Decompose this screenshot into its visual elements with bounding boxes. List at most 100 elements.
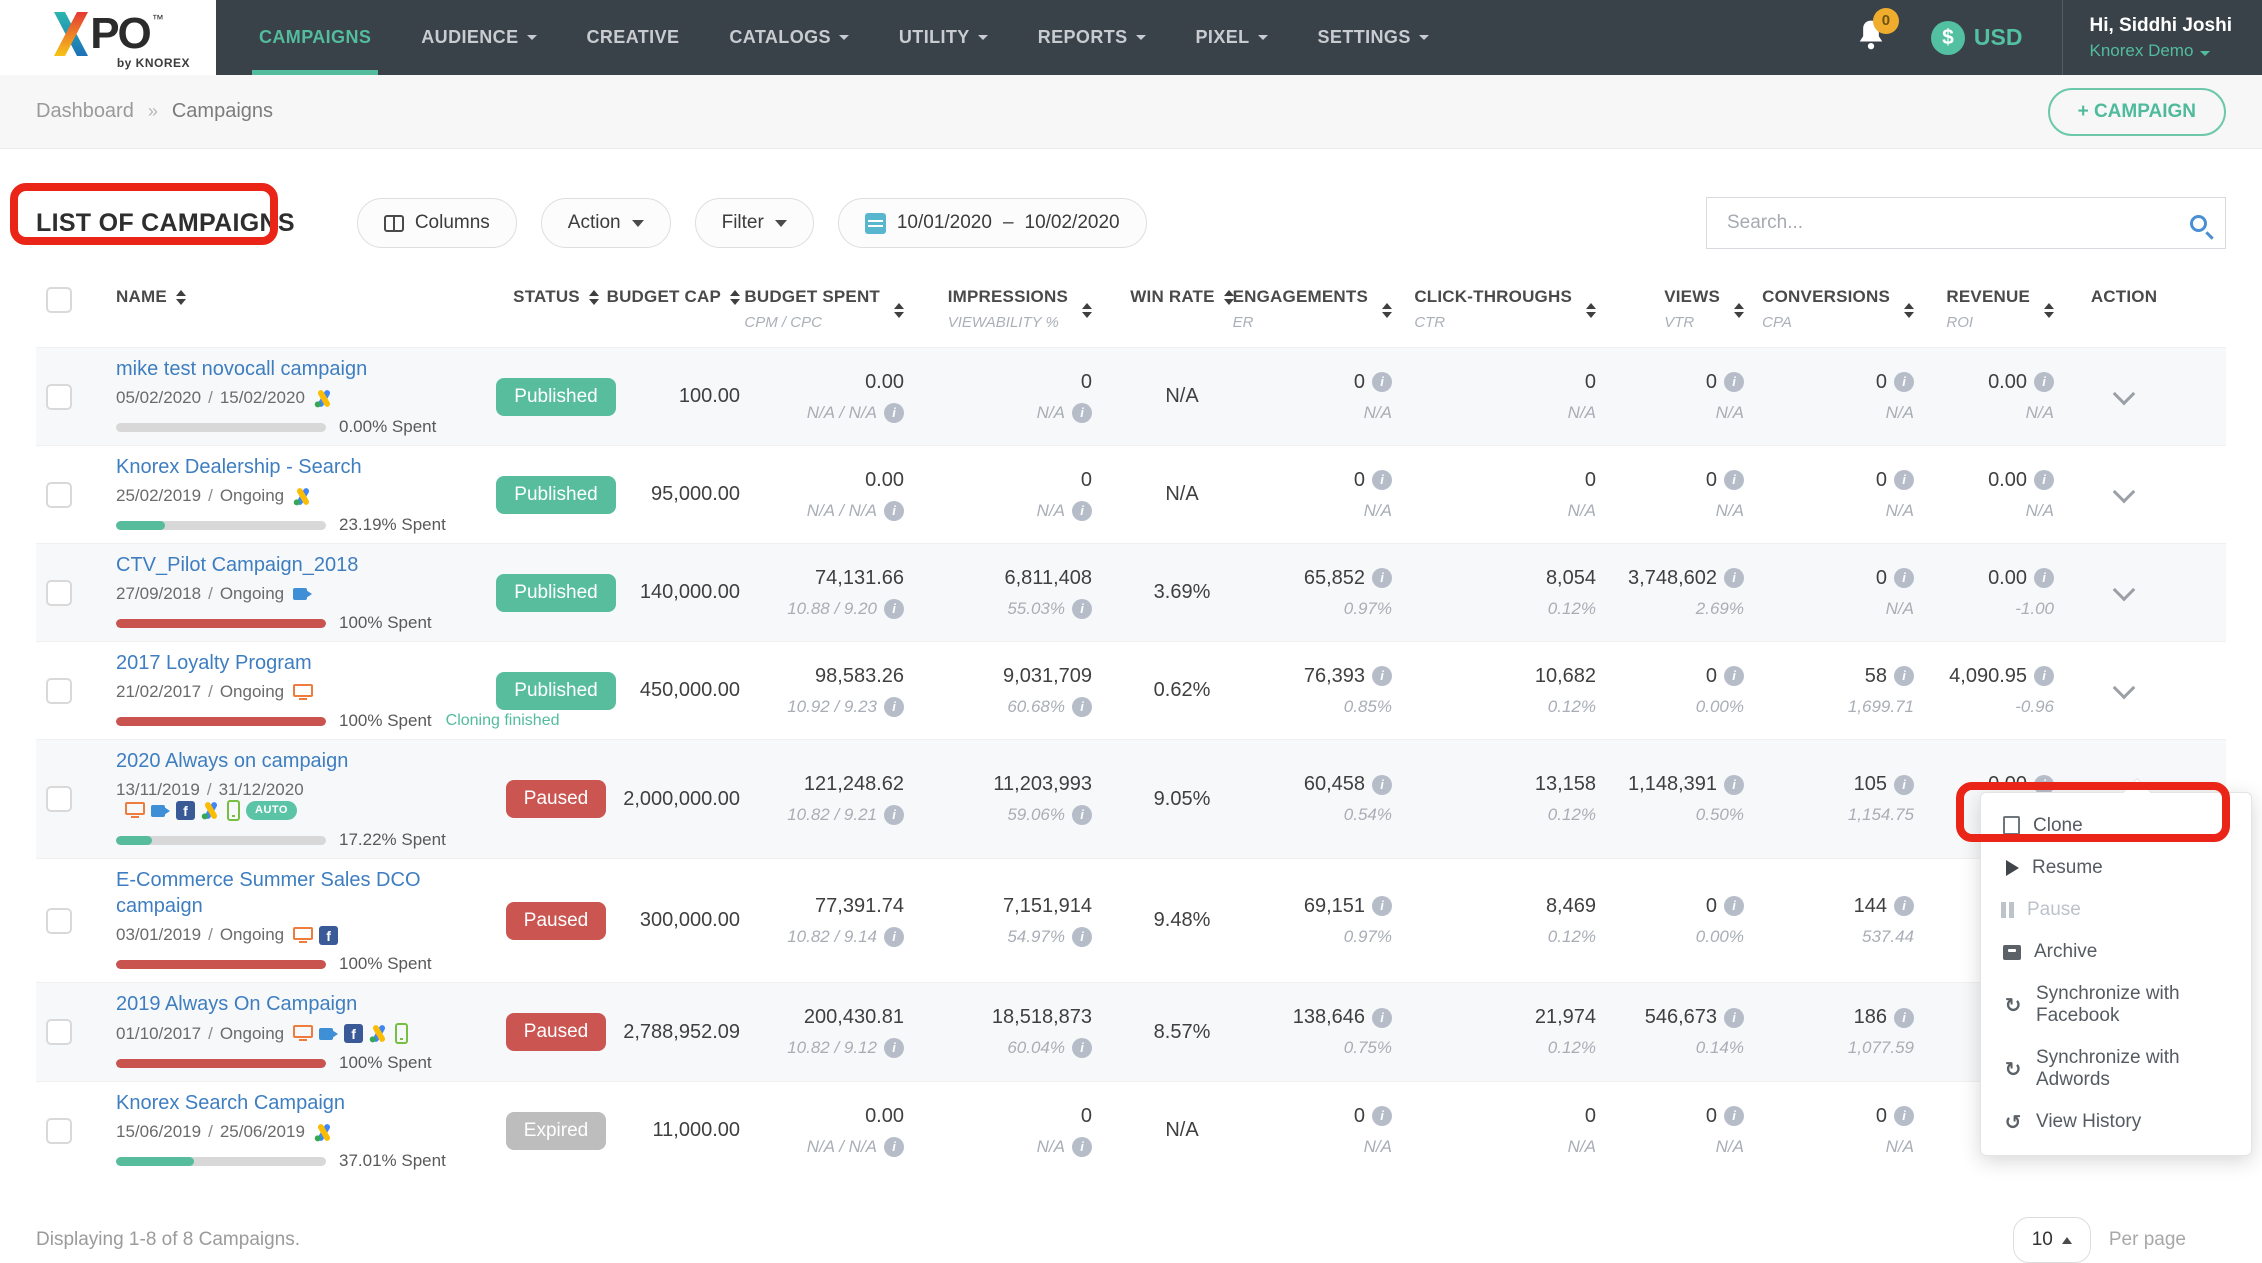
info-icon[interactable] bbox=[884, 403, 904, 423]
row-checkbox[interactable] bbox=[46, 908, 72, 934]
notifications-button[interactable]: 0 bbox=[1855, 18, 1887, 57]
info-icon[interactable] bbox=[1894, 1008, 1914, 1028]
info-icon[interactable] bbox=[1894, 896, 1914, 916]
nav-item-catalogs[interactable]: CATALOGS bbox=[704, 0, 874, 75]
info-icon[interactable] bbox=[1072, 403, 1092, 423]
header-click-throughs[interactable]: CLICK-THROUGHSCTR bbox=[1414, 287, 1596, 331]
user-menu[interactable]: Hi, Siddhi Joshi Knorex Demo bbox=[2063, 15, 2262, 61]
info-icon[interactable] bbox=[2034, 470, 2054, 490]
info-icon[interactable] bbox=[884, 1038, 904, 1058]
info-icon[interactable] bbox=[1372, 775, 1392, 795]
info-icon[interactable] bbox=[884, 805, 904, 825]
campaign-name-link[interactable]: 2019 Always On Campaign bbox=[116, 991, 357, 1017]
info-icon[interactable] bbox=[2034, 568, 2054, 588]
header-name[interactable]: NAME bbox=[116, 287, 186, 307]
row-checkbox[interactable] bbox=[46, 384, 72, 410]
new-campaign-button[interactable]: + CAMPAIGN bbox=[2048, 88, 2226, 136]
info-icon[interactable] bbox=[1724, 568, 1744, 588]
info-icon[interactable] bbox=[1724, 775, 1744, 795]
row-checkbox[interactable] bbox=[46, 678, 72, 704]
campaign-name-link[interactable]: Knorex Dealership - Search bbox=[116, 454, 362, 480]
row-checkbox[interactable] bbox=[46, 580, 72, 606]
menu-item-pause[interactable]: Pause bbox=[1981, 889, 2251, 931]
header-views[interactable]: VIEWSVTR bbox=[1664, 287, 1744, 331]
nav-item-pixel[interactable]: PIXEL bbox=[1171, 0, 1293, 75]
menu-item-sync-facebook[interactable]: Synchronize with Facebook bbox=[1981, 973, 2251, 1037]
action-button[interactable]: Action bbox=[541, 198, 671, 248]
info-icon[interactable] bbox=[884, 927, 904, 947]
info-icon[interactable] bbox=[1894, 775, 1914, 795]
info-icon[interactable] bbox=[1724, 372, 1744, 392]
row-checkbox[interactable] bbox=[46, 786, 72, 812]
header-win-rate[interactable]: WIN RATE bbox=[1130, 287, 1233, 307]
search-input[interactable] bbox=[1725, 211, 2190, 235]
header-engagements[interactable]: ENGAGEMENTSER bbox=[1233, 287, 1392, 331]
columns-button[interactable]: Columns bbox=[357, 198, 517, 248]
header-budget-cap[interactable]: BUDGET CAP bbox=[607, 287, 740, 307]
info-icon[interactable] bbox=[1372, 568, 1392, 588]
row-actions-chevron-icon[interactable] bbox=[2113, 382, 2136, 405]
info-icon[interactable] bbox=[2034, 372, 2054, 392]
info-icon[interactable] bbox=[1372, 372, 1392, 392]
info-icon[interactable] bbox=[1894, 470, 1914, 490]
row-actions-chevron-icon[interactable] bbox=[2113, 676, 2136, 699]
campaign-name-link[interactable]: mike test novocall campaign bbox=[116, 356, 367, 382]
header-budget-spent[interactable]: BUDGET SPENTCPM / CPC bbox=[744, 287, 904, 331]
nav-item-utility[interactable]: UTILITY bbox=[874, 0, 1013, 75]
row-checkbox[interactable] bbox=[46, 1019, 72, 1045]
per-page-select[interactable]: 10 bbox=[2013, 1217, 2091, 1263]
menu-item-archive[interactable]: Archive bbox=[1981, 931, 2251, 973]
header-conversions[interactable]: CONVERSIONSCPA bbox=[1762, 287, 1914, 331]
nav-item-campaigns[interactable]: CAMPAIGNS bbox=[234, 0, 396, 75]
info-icon[interactable] bbox=[1724, 470, 1744, 490]
nav-item-settings[interactable]: SETTINGS bbox=[1293, 0, 1454, 75]
info-icon[interactable] bbox=[1724, 666, 1744, 686]
info-icon[interactable] bbox=[1372, 896, 1392, 916]
info-icon[interactable] bbox=[1072, 1137, 1092, 1157]
campaign-name-link[interactable]: Knorex Search Campaign bbox=[116, 1090, 345, 1116]
info-icon[interactable] bbox=[2034, 666, 2054, 686]
info-icon[interactable] bbox=[1894, 666, 1914, 686]
currency-selector[interactable]: USD bbox=[1931, 21, 2023, 55]
campaign-name-link[interactable]: CTV_Pilot Campaign_2018 bbox=[116, 552, 358, 578]
row-actions-chevron-icon[interactable] bbox=[2113, 578, 2136, 601]
header-revenue[interactable]: REVENUEROI bbox=[1946, 287, 2054, 331]
header-status[interactable]: STATUS bbox=[513, 287, 599, 307]
filter-button[interactable]: Filter bbox=[695, 198, 814, 248]
info-icon[interactable] bbox=[884, 599, 904, 619]
breadcrumb-dashboard[interactable]: Dashboard bbox=[36, 100, 134, 123]
menu-item-view-history[interactable]: View History bbox=[1981, 1101, 2251, 1143]
info-icon[interactable] bbox=[1894, 568, 1914, 588]
row-checkbox[interactable] bbox=[46, 1118, 72, 1144]
menu-item-resume[interactable]: Resume bbox=[1981, 847, 2251, 889]
info-icon[interactable] bbox=[1724, 1106, 1744, 1126]
info-icon[interactable] bbox=[1372, 470, 1392, 490]
nav-item-creative[interactable]: CREATIVE bbox=[562, 0, 705, 75]
campaign-name-link[interactable]: 2020 Always on campaign bbox=[116, 748, 348, 774]
info-icon[interactable] bbox=[1894, 1106, 1914, 1126]
menu-item-sync-adwords[interactable]: Synchronize with Adwords bbox=[1981, 1037, 2251, 1101]
info-icon[interactable] bbox=[884, 501, 904, 521]
row-actions-chevron-icon[interactable] bbox=[2113, 480, 2136, 503]
info-icon[interactable] bbox=[1724, 896, 1744, 916]
nav-item-audience[interactable]: AUDIENCE bbox=[396, 0, 561, 75]
xpo-logo[interactable]: PO ™ by KNOREX bbox=[0, 0, 216, 75]
header-impressions[interactable]: IMPRESSIONSVIEWABILITY % bbox=[948, 287, 1092, 331]
info-icon[interactable] bbox=[1372, 1008, 1392, 1028]
menu-item-clone[interactable]: Clone bbox=[1981, 805, 2251, 847]
info-icon[interactable] bbox=[1072, 805, 1092, 825]
info-icon[interactable] bbox=[1072, 697, 1092, 717]
info-icon[interactable] bbox=[1072, 1038, 1092, 1058]
select-all-checkbox[interactable] bbox=[46, 287, 72, 313]
date-range-button[interactable]: 10/01/2020 – 10/02/2020 bbox=[838, 198, 1147, 248]
info-icon[interactable] bbox=[1894, 372, 1914, 392]
campaign-name-link[interactable]: 2017 Loyalty Program bbox=[116, 650, 312, 676]
info-icon[interactable] bbox=[884, 1137, 904, 1157]
info-icon[interactable] bbox=[1072, 927, 1092, 947]
row-checkbox[interactable] bbox=[46, 482, 72, 508]
info-icon[interactable] bbox=[1372, 666, 1392, 686]
info-icon[interactable] bbox=[1372, 1106, 1392, 1126]
info-icon[interactable] bbox=[884, 697, 904, 717]
info-icon[interactable] bbox=[1724, 1008, 1744, 1028]
nav-item-reports[interactable]: REPORTS bbox=[1013, 0, 1171, 75]
